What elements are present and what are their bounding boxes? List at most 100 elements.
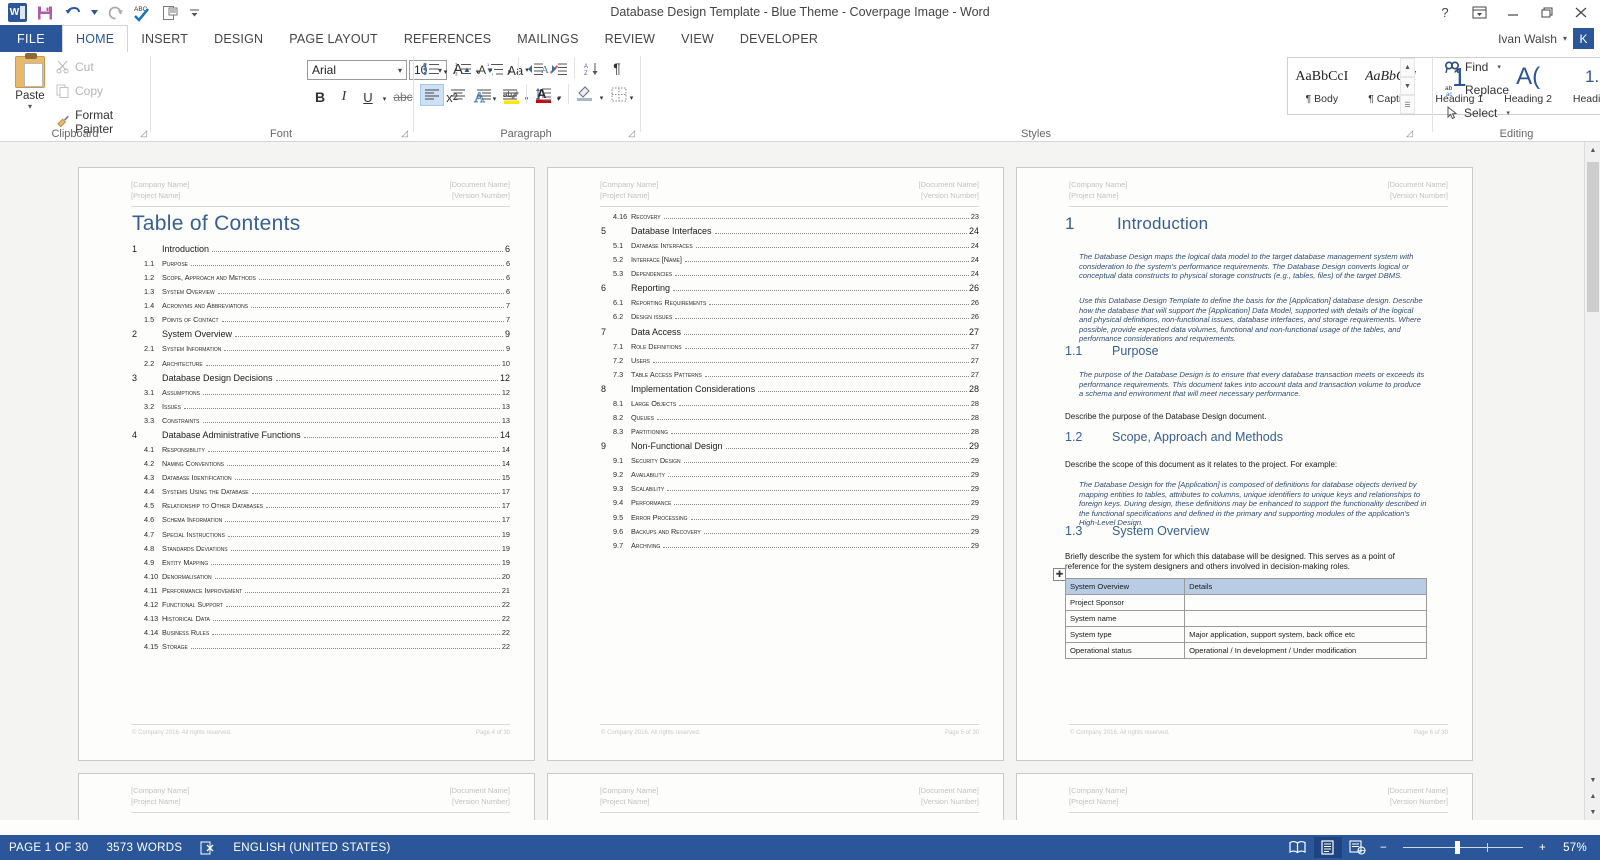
proofing-errors-icon[interactable] bbox=[191, 841, 224, 855]
zoom-out-button[interactable]: − bbox=[1374, 842, 1393, 854]
find-caret-icon[interactable]: ▾ bbox=[1497, 63, 1501, 71]
toc-entry[interactable]: 1.3System Overview6 bbox=[132, 287, 510, 296]
read-mode-button[interactable] bbox=[1284, 837, 1312, 858]
toc-entry[interactable]: 8Implementation Considerations28 bbox=[601, 384, 979, 394]
tab-file[interactable]: FILE bbox=[0, 25, 62, 52]
toc-entry[interactable]: 9.3Scalability29 bbox=[601, 484, 979, 493]
toc-entry[interactable]: 9.5Error Processing29 bbox=[601, 513, 979, 522]
toc-entry[interactable]: 9.6Backups and Recovery29 bbox=[601, 527, 979, 536]
vertical-scrollbar[interactable]: ▲ ▼ ▲ ▼ bbox=[1584, 142, 1600, 820]
toc-entry[interactable]: 4.12Functional Support22 bbox=[132, 600, 510, 609]
toc-entry[interactable]: 6Reporting26 bbox=[601, 283, 979, 293]
justify-button[interactable] bbox=[498, 84, 522, 106]
styles-gallery-scroll[interactable]: ▲ ▼ ☰ bbox=[1400, 58, 1415, 114]
paste-dropdown-caret-icon[interactable]: ▾ bbox=[8, 102, 52, 111]
tab-home[interactable]: HOME bbox=[62, 25, 128, 52]
document-canvas[interactable]: [Company Name][Project Name] [Document N… bbox=[0, 142, 1600, 820]
tab-references[interactable]: REFERENCES bbox=[391, 25, 504, 52]
toc-entry[interactable]: 9.1Security Design29 bbox=[601, 456, 979, 465]
toc-entry[interactable]: 9.7Archiving29 bbox=[601, 541, 979, 550]
toc-entry[interactable]: 8.2Queues28 bbox=[601, 413, 979, 422]
toc-entry[interactable]: 4.4Systems Using the Database17 bbox=[132, 487, 510, 496]
print-preview-icon[interactable] bbox=[158, 2, 184, 24]
toc-entry[interactable]: 4.5Relationship to Other Databases17 bbox=[132, 501, 510, 510]
toc-entry[interactable]: 4.2Naming Conventions14 bbox=[132, 459, 510, 468]
toc-entry[interactable]: 7.3Table Access Patterns27 bbox=[601, 370, 979, 379]
document-page-8-partial[interactable]: [Company Name][Project Name] [Document N… bbox=[548, 774, 1003, 820]
toc-entry[interactable]: 4.8Standards Deviations19 bbox=[132, 544, 510, 553]
font-name-caret-icon[interactable]: ▾ bbox=[398, 66, 402, 75]
scroll-up-icon[interactable]: ▲ bbox=[1585, 142, 1600, 158]
undo-dropdown-caret-icon[interactable] bbox=[88, 2, 100, 24]
minimize-icon[interactable] bbox=[1496, 0, 1530, 25]
tab-developer[interactable]: DEVELOPER bbox=[727, 25, 831, 52]
toc-entry[interactable]: 5.3Dependencies24 bbox=[601, 269, 979, 278]
align-left-button[interactable] bbox=[420, 84, 444, 106]
toc-entry[interactable]: 4.13Historical Data22 bbox=[132, 614, 510, 623]
numbering-caret-icon[interactable]: ▾ bbox=[472, 61, 483, 83]
next-page-icon[interactable]: ▼ bbox=[1585, 804, 1600, 820]
web-layout-button[interactable] bbox=[1344, 837, 1372, 858]
table-row[interactable]: Project Sponsor bbox=[1066, 595, 1427, 611]
toc-entry[interactable]: 1.4Acronyms and Abbreviations7 bbox=[132, 301, 510, 310]
print-layout-button[interactable] bbox=[1314, 837, 1342, 858]
toc-entry[interactable]: 4.14Business Rules22 bbox=[132, 628, 510, 637]
toc-entry[interactable]: 4.6Schema Information17 bbox=[132, 515, 510, 524]
styles-scroll-up-icon[interactable]: ▲ bbox=[1400, 58, 1415, 77]
previous-page-icon[interactable]: ▲ bbox=[1585, 788, 1600, 804]
document-page-7-partial[interactable]: [Company Name][Project Name] [Document N… bbox=[79, 774, 534, 820]
toc-entry[interactable]: 6.2Design issues26 bbox=[601, 312, 979, 321]
toc-entry[interactable]: 3.3Constraints13 bbox=[132, 416, 510, 425]
table-cell[interactable]: Operational / In development / Under mod… bbox=[1185, 643, 1427, 659]
document-page-5[interactable]: [Company Name][Project Name] [Document N… bbox=[548, 168, 1003, 760]
redo-icon[interactable] bbox=[102, 2, 128, 24]
table-of-contents-page4[interactable]: 1Introduction61.1Purpose61.2Scope, Appro… bbox=[132, 244, 510, 656]
underline-button[interactable]: U bbox=[357, 86, 379, 108]
restore-icon[interactable] bbox=[1530, 0, 1564, 25]
bullets-caret-icon[interactable]: ▾ bbox=[440, 61, 451, 83]
table-cell[interactable]: Major application, support system, back … bbox=[1185, 627, 1427, 643]
avatar[interactable]: K bbox=[1573, 28, 1594, 49]
toc-entry[interactable]: 1.5Points of Contact7 bbox=[132, 315, 510, 324]
toc-entry[interactable]: 5Database Interfaces24 bbox=[601, 226, 979, 236]
styles-dialog-launcher[interactable]: ◿ bbox=[1406, 128, 1413, 139]
table-cell[interactable] bbox=[1185, 611, 1427, 627]
toc-entry[interactable]: 7.1Role Definitions27 bbox=[601, 342, 979, 351]
table-cell[interactable]: Project Sponsor bbox=[1066, 595, 1185, 611]
toc-entry[interactable]: 8.1Large Objects28 bbox=[601, 399, 979, 408]
help-button[interactable]: ? bbox=[1428, 0, 1462, 25]
tab-mailings[interactable]: MAILINGS bbox=[504, 25, 591, 52]
toc-entry[interactable]: 8.3Partitioning28 bbox=[601, 427, 979, 436]
toc-entry[interactable]: 9.2Availability29 bbox=[601, 470, 979, 479]
styles-more-icon[interactable]: ☰ bbox=[1400, 95, 1415, 114]
document-page-4[interactable]: [Company Name][Project Name] [Document N… bbox=[79, 168, 534, 760]
table-row[interactable]: System name bbox=[1066, 611, 1427, 627]
toc-entry[interactable]: 7Data Access27 bbox=[601, 327, 979, 337]
show-formatting-marks-button[interactable]: ¶ bbox=[606, 57, 628, 79]
toc-entry[interactable]: 9.4Performance29 bbox=[601, 498, 979, 507]
close-icon[interactable] bbox=[1564, 0, 1598, 25]
toc-entry[interactable]: 6.1Reporting Requirements26 bbox=[601, 298, 979, 307]
toc-entry[interactable]: 4.11Performance Improvement21 bbox=[132, 586, 510, 595]
font-dialog-launcher[interactable]: ◿ bbox=[401, 128, 408, 139]
toc-entry[interactable]: 1Introduction6 bbox=[132, 244, 510, 254]
paste-button[interactable]: Paste ▾ bbox=[8, 56, 52, 111]
toc-entry[interactable]: 3Database Design Decisions12 bbox=[132, 373, 510, 383]
save-icon[interactable] bbox=[32, 2, 58, 24]
toc-entry[interactable]: 3.1Assumptions12 bbox=[132, 388, 510, 397]
find-button[interactable]: Find ▾ bbox=[1445, 60, 1501, 74]
user-account-area[interactable]: Ivan Walsh ▾ K bbox=[1498, 28, 1594, 49]
paragraph-dialog-launcher[interactable]: ◿ bbox=[628, 128, 635, 139]
cut-button[interactable]: Cut bbox=[56, 60, 94, 74]
document-page-9-partial[interactable]: [Company Name][Project Name] [Document N… bbox=[1017, 774, 1472, 820]
underline-caret-icon[interactable]: ▾ bbox=[379, 88, 390, 110]
line-spacing-button[interactable] bbox=[532, 83, 554, 105]
style-gallery-item[interactable]: AaBbCcI¶ Body bbox=[1288, 58, 1357, 114]
page-indicator[interactable]: PAGE 1 OF 30 bbox=[0, 842, 97, 854]
tab-view[interactable]: VIEW bbox=[668, 25, 727, 52]
document-page-6[interactable]: [Company Name][Project Name] [Document N… bbox=[1017, 168, 1472, 760]
bold-button[interactable]: B bbox=[309, 86, 331, 108]
toc-entry[interactable]: 4.9Entity Mapping19 bbox=[132, 558, 510, 567]
tab-review[interactable]: REVIEW bbox=[592, 25, 669, 52]
toc-entry[interactable]: 1.1Purpose6 bbox=[132, 259, 510, 268]
